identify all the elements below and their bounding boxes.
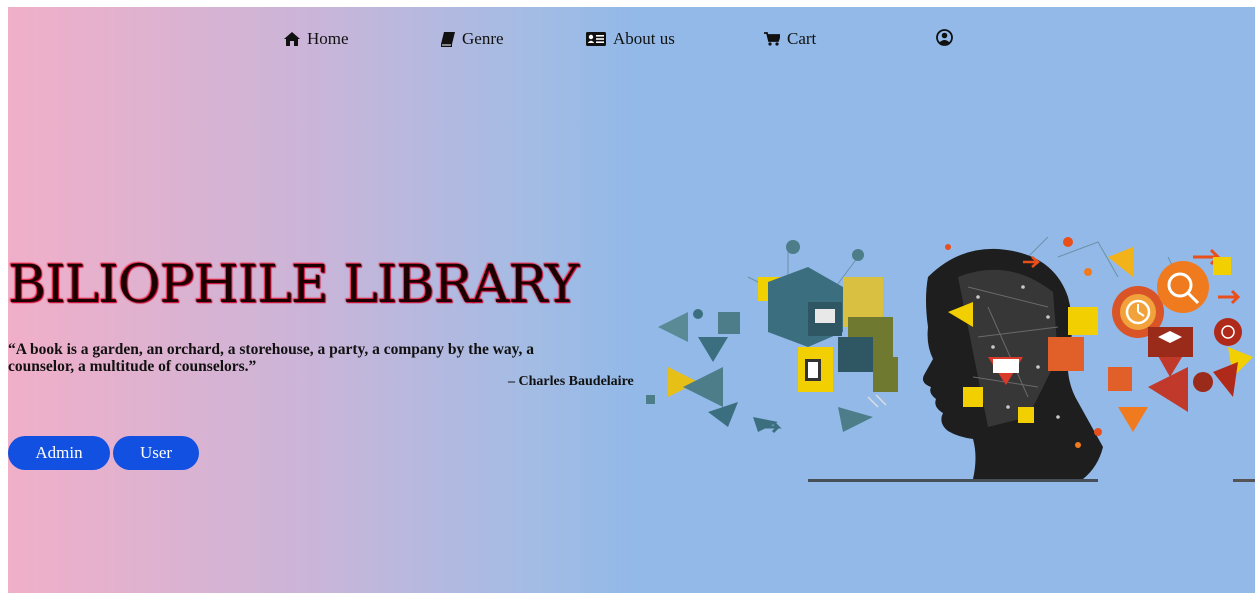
book-icon (441, 31, 455, 47)
page-title: BILIOPHILE LIBRARY (8, 255, 579, 315)
nav-item-cart[interactable]: Cart (764, 29, 816, 49)
nav-item-genre[interactable]: Genre (441, 29, 504, 49)
cart-icon (764, 32, 780, 46)
nav-label-genre: Genre (462, 29, 504, 48)
profile-button[interactable] (936, 29, 953, 46)
nav-item-home[interactable]: Home (284, 29, 349, 49)
nav-label-about: About us (613, 29, 675, 48)
user-circle-icon (936, 29, 953, 46)
user-button[interactable]: User (113, 436, 199, 470)
quote-author: – Charles Baudelaire (508, 374, 634, 389)
id-card-icon (586, 32, 606, 46)
nav-label-cart: Cart (787, 29, 817, 48)
page: Home Genre About us Cart BILIOPHILE LIBR… (8, 7, 1255, 593)
hero-quote: “A book is a garden, an orchard, a store… (8, 341, 535, 375)
admin-button[interactable]: Admin (8, 436, 110, 470)
home-icon (284, 32, 300, 46)
nav-item-about[interactable]: About us (586, 29, 675, 49)
hero-illustration (646, 236, 1255, 482)
top-nav: Home Genre About us Cart (8, 29, 1255, 53)
nav-label-home: Home (307, 29, 349, 48)
